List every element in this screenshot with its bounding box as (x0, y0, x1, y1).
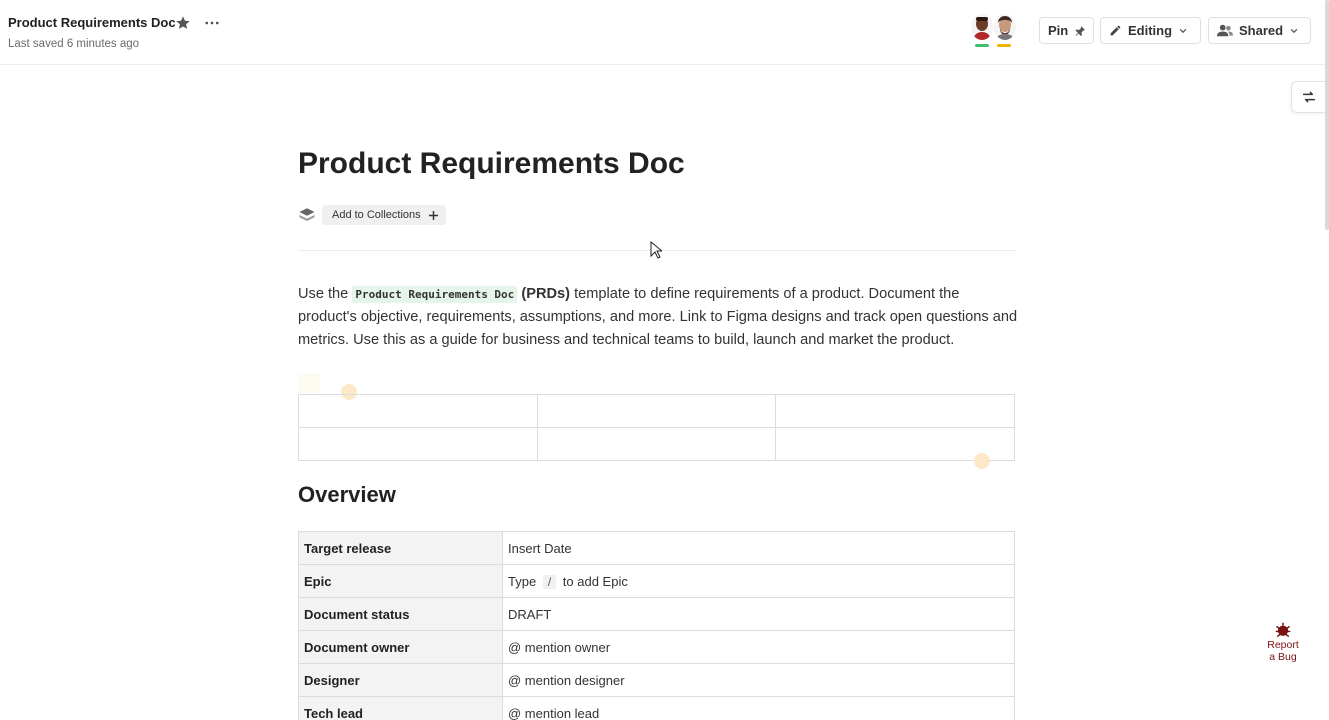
table-cell[interactable] (298, 394, 538, 428)
top-header: Product Requirements Doc Last saved 6 mi… (0, 0, 1329, 65)
overview-value-epic[interactable]: Type / to add Epic (502, 564, 1015, 598)
table-add-row-dot[interactable] (974, 453, 990, 469)
overview-key-epic[interactable]: Epic (298, 564, 503, 598)
overview-value-designer[interactable]: @ mention designer (502, 663, 1015, 697)
overview-key-tech-lead[interactable]: Tech lead (298, 696, 503, 720)
table-handle[interactable] (298, 373, 320, 393)
table-cell[interactable] (775, 394, 1015, 428)
report-bug-line2: a Bug (1269, 651, 1297, 663)
layers-icon (299, 208, 315, 221)
header-doc-title[interactable]: Product Requirements Doc (8, 15, 176, 30)
sidebar-toggle-button[interactable] (1291, 81, 1325, 113)
pin-label: Pin (1048, 23, 1069, 38)
table-row: Document owner @ mention owner (298, 630, 1015, 664)
inline-code-template-name: Product Requirements Doc (352, 286, 518, 303)
overview-value-tech-lead[interactable]: @ mention lead (502, 696, 1015, 720)
table-row (298, 394, 1015, 428)
overview-heading[interactable]: Overview (298, 482, 396, 508)
pencil-icon (1110, 25, 1121, 36)
report-bug-line1: Report (1267, 639, 1299, 651)
intro-bold-prds: (PRDs) (521, 286, 571, 302)
table-row: Document status DRAFT (298, 597, 1015, 631)
star-icon[interactable] (175, 15, 191, 31)
overview-key-document-status[interactable]: Document status (298, 597, 503, 631)
avatar-status-bar (975, 44, 989, 47)
overview-value-document-owner[interactable]: @ mention owner (502, 630, 1015, 664)
overview-value-document-status[interactable]: DRAFT (502, 597, 1015, 631)
add-to-collections-label: Add to Collections (332, 209, 421, 221)
shared-label: Shared (1239, 23, 1284, 38)
slash-command-chip: / (542, 574, 557, 589)
epic-text-after: to add Epic (562, 573, 628, 589)
editing-label: Editing (1128, 23, 1173, 38)
scrollbar-thumb[interactable] (1325, 0, 1329, 230)
avatar[interactable] (994, 14, 1016, 40)
epic-text-before: Type (508, 573, 537, 589)
table-row: Tech lead @ mention lead (298, 696, 1015, 720)
more-options-icon[interactable] (203, 14, 221, 32)
overview-value-target-release[interactable]: Insert Date (502, 531, 1015, 565)
bug-icon (1275, 622, 1291, 638)
table-row: Designer @ mention designer (298, 663, 1015, 697)
table-row: Target release Insert Date (298, 531, 1015, 565)
table-cell[interactable] (298, 427, 538, 461)
table-cell[interactable] (536, 394, 777, 428)
plus-icon (428, 210, 438, 220)
intro-text-start: Use the (298, 286, 353, 302)
add-to-collections-button[interactable]: Add to Collections (322, 205, 446, 225)
editing-mode-button[interactable]: Editing (1100, 17, 1201, 44)
shared-button[interactable]: Shared (1208, 17, 1311, 44)
pin-icon (1075, 25, 1086, 36)
intro-paragraph[interactable]: Use the Product Requirements Doc (PRDs) … (298, 283, 1018, 351)
last-saved-status: Last saved 6 minutes ago (8, 38, 140, 50)
swap-arrows-icon (1302, 91, 1315, 103)
mouse-cursor-icon (650, 241, 662, 259)
chevron-down-icon (1179, 28, 1187, 33)
overview-key-designer[interactable]: Designer (298, 663, 503, 697)
overview-key-target-release[interactable]: Target release (298, 531, 503, 565)
users-icon (1217, 24, 1233, 37)
overview-table: Target release Insert Date Epic Type / t… (298, 531, 1015, 720)
overview-key-document-owner[interactable]: Document owner (298, 630, 503, 664)
table-row (298, 427, 1015, 461)
chevron-down-icon (1290, 28, 1298, 33)
avatar-status-bar (997, 44, 1011, 47)
table-cell[interactable] (536, 427, 777, 461)
page-title[interactable]: Product Requirements Doc (298, 147, 685, 181)
table-row: Epic Type / to add Epic (298, 564, 1015, 598)
avatar[interactable] (971, 14, 993, 40)
empty-table (298, 394, 1015, 461)
report-bug-button[interactable]: Report a Bug (1262, 622, 1304, 663)
pin-button[interactable]: Pin (1039, 17, 1094, 44)
